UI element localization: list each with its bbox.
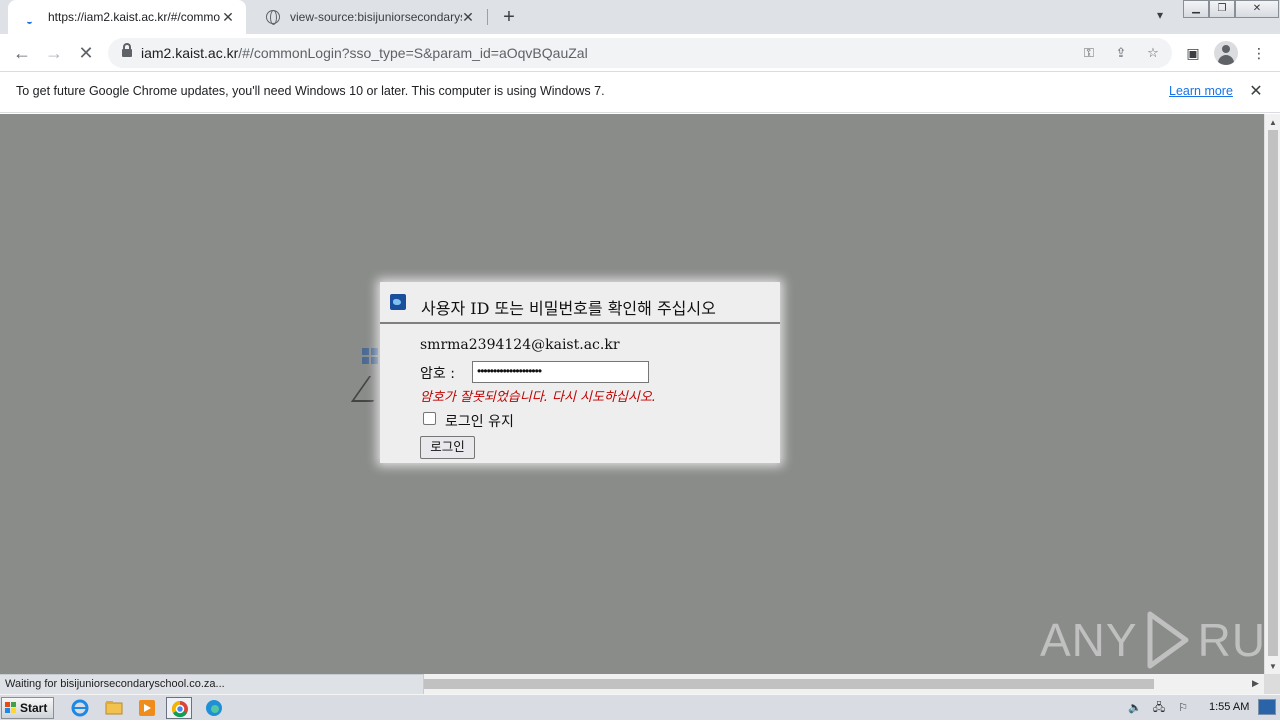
taskbar-internet-explorer[interactable]: [67, 697, 93, 719]
start-label: Start: [20, 701, 48, 715]
anyrun-watermark: ANY RUN: [1040, 608, 1280, 672]
scroll-up-icon[interactable]: ▲: [1269, 118, 1277, 127]
status-bubble: Waiting for bisijuniorsecondaryschool.co…: [0, 674, 424, 694]
dialog-title: 사용자 ID 또는 비밀번호를 확인해 주십시오: [421, 299, 716, 318]
infobar-close-icon[interactable]: ✕: [1247, 83, 1265, 101]
update-infobar: To get future Google Chrome updates, you…: [0, 72, 1280, 113]
chrome-icon: [171, 700, 188, 718]
address-bar[interactable]: iam2.kaist.ac.kr/#/commonLogin?sso_type=…: [108, 38, 1172, 68]
login-error-dialog: 사용자 ID 또는 비밀번호를 확인해 주십시오 smrma2394124@ka…: [380, 282, 780, 463]
scroll-thumb[interactable]: [1268, 130, 1278, 656]
start-button[interactable]: Start: [1, 697, 54, 719]
restore-button[interactable]: ❐: [1209, 0, 1235, 18]
minimize-button[interactable]: ▁: [1183, 0, 1209, 18]
window-close-button[interactable]: ✕: [1235, 0, 1279, 18]
app-logo-icon: [390, 294, 406, 310]
url-text[interactable]: iam2.kaist.ac.kr/#/commonLogin?sso_type=…: [141, 45, 588, 61]
key-icon[interactable]: ⚿: [1080, 44, 1098, 62]
error-message: 암호가 잘못되었습니다. 다시 시도하십시오.: [420, 390, 656, 405]
tab-kaist-login[interactable]: https://iam2.kaist.ac.kr/#/commonL ✕: [8, 0, 246, 34]
tab-title: https://iam2.kaist.ac.kr/#/commonL: [48, 10, 220, 24]
dialog-header: 사용자 ID 또는 비밀번호를 확인해 주십시오: [380, 282, 780, 324]
folder-icon: [105, 701, 123, 715]
tab-close-icon[interactable]: ✕: [460, 9, 476, 25]
tab-close-icon[interactable]: ✕: [220, 9, 236, 25]
login-button[interactable]: 로그인: [420, 436, 475, 459]
keep-signed-in-checkbox[interactable]: [423, 412, 436, 425]
tab-divider: [487, 9, 488, 25]
browser-toolbar: ← → ✕ iam2.kaist.ac.kr/#/commonLogin?sso…: [0, 34, 1280, 72]
taskbar-chrome[interactable]: [166, 697, 192, 719]
watermark-left-text: ANY: [1040, 614, 1138, 666]
side-panel-icon[interactable]: ▣: [1182, 42, 1204, 64]
back-arrow-icon[interactable]: ←: [8, 39, 36, 67]
profile-avatar-icon[interactable]: [1214, 41, 1238, 65]
password-input[interactable]: ••••••••••••••••••••: [472, 361, 649, 383]
keep-signed-in-label[interactable]: 로그인 유지: [445, 411, 514, 431]
play-logo-icon: [1147, 611, 1189, 669]
scroll-down-icon[interactable]: ▼: [1269, 662, 1277, 671]
tab-title: view-source:bisijuniorsecondaryscho: [290, 10, 462, 24]
learn-more-link[interactable]: Learn more: [1169, 84, 1233, 98]
taskbar-edge[interactable]: [201, 697, 227, 719]
user-email: smrma2394124@kaist.ac.kr: [420, 337, 620, 353]
media-player-icon: [139, 700, 155, 716]
taskbar-media-player[interactable]: [134, 697, 160, 719]
tab-search-chevron-icon[interactable]: ▾: [1150, 8, 1170, 28]
lock-icon[interactable]: [122, 43, 132, 57]
tab-view-source[interactable]: view-source:bisijuniorsecondaryscho ✕: [250, 0, 486, 34]
taskbar-file-explorer[interactable]: [101, 697, 127, 719]
scrollbar-corner: [1264, 674, 1280, 694]
loading-spinner-icon: [24, 10, 38, 24]
infobar-message: To get future Google Chrome updates, you…: [16, 84, 605, 98]
windows-taskbar: Start 🔈 🖧 ⚐ 1:55 AM: [0, 694, 1280, 720]
speaker-icon[interactable]: 🔈: [1128, 701, 1142, 715]
action-center-flag-icon[interactable]: ⚐: [1176, 701, 1190, 715]
hscroll-thumb[interactable]: [424, 679, 1154, 689]
network-icon[interactable]: 🖧: [1152, 701, 1166, 715]
tab-strip: https://iam2.kaist.ac.kr/#/commonL ✕ vie…: [0, 0, 1280, 34]
background-logo-icon: [362, 348, 378, 364]
taskbar-clock[interactable]: 1:55 AM: [1209, 701, 1249, 713]
internet-explorer-icon: [71, 699, 89, 717]
bookmark-star-icon[interactable]: ☆: [1144, 44, 1162, 62]
show-desktop-button[interactable]: [1258, 699, 1276, 715]
edge-icon: [206, 700, 222, 716]
share-icon[interactable]: ⇪: [1112, 44, 1130, 62]
menu-kebab-icon[interactable]: ⋮: [1248, 42, 1270, 64]
new-tab-button[interactable]: +: [498, 6, 520, 28]
windows-flag-icon: [5, 702, 17, 714]
scroll-right-icon[interactable]: ▶: [1252, 678, 1259, 689]
forward-arrow-icon[interactable]: →: [40, 39, 68, 67]
stop-loading-icon[interactable]: ✕: [72, 39, 100, 67]
globe-icon: [266, 10, 280, 25]
password-label: 암호 :: [420, 366, 455, 382]
vertical-scrollbar[interactable]: ▲ ▼: [1264, 114, 1280, 674]
